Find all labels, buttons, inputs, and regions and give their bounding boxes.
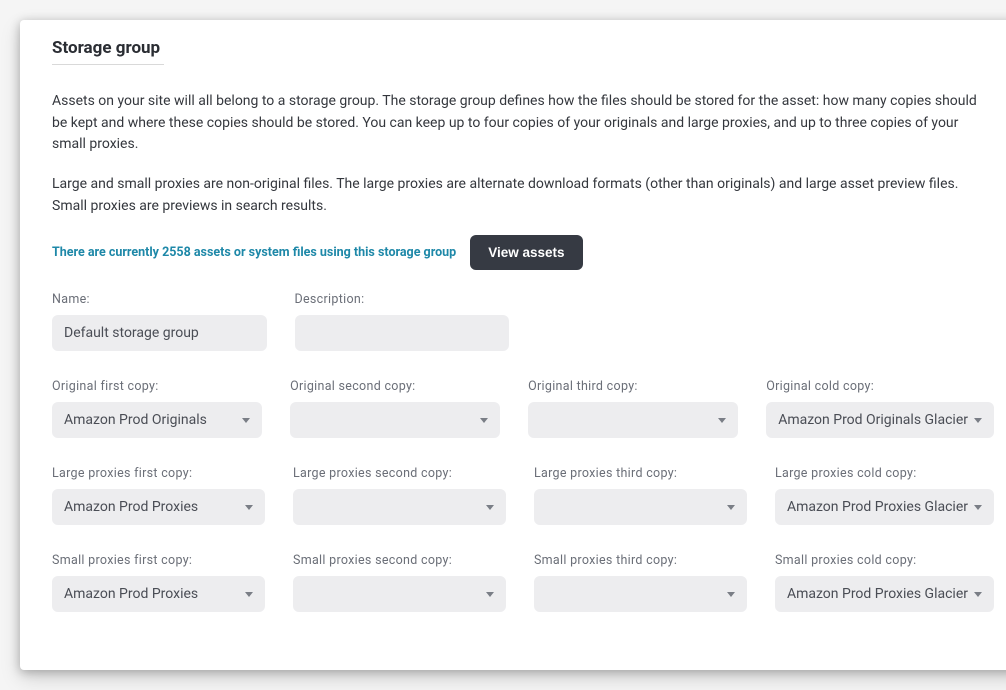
chevron-down-icon — [486, 505, 494, 510]
description-input[interactable] — [295, 315, 510, 351]
select-row: Small proxies first copy: Amazon Prod Pro… — [52, 553, 994, 612]
chevron-down-icon — [727, 505, 735, 510]
original-cold-copy-label: Original cold copy: — [766, 379, 994, 394]
small-third-copy-select[interactable] — [534, 576, 747, 612]
small-first-copy-label: Small proxies first copy: — [52, 553, 265, 568]
description-paragraph-1: Assets on your site will all belong to a… — [52, 91, 994, 156]
section-title: Storage group — [52, 38, 160, 58]
large-second-copy-select[interactable] — [293, 489, 506, 525]
name-label: Name: — [52, 292, 267, 307]
small-first-copy-field: Small proxies first copy: Amazon Prod Pro… — [52, 553, 265, 612]
small-third-copy-field: Small proxies third copy: — [534, 553, 747, 612]
large-first-copy-label: Large proxies first copy: — [52, 466, 265, 481]
name-desc-row: Name: Default storage group Description: — [52, 292, 994, 351]
original-second-copy-label: Original second copy: — [290, 379, 500, 394]
description-label: Description: — [295, 292, 510, 307]
chevron-down-icon — [486, 592, 494, 597]
small-first-copy-value: Amazon Prod Proxies — [64, 586, 198, 602]
name-input-value: Default storage group — [64, 325, 199, 341]
small-cold-copy-field: Small proxies cold copy: Amazon Prod Prox… — [775, 553, 994, 612]
original-third-copy-select[interactable] — [528, 402, 738, 438]
chevron-down-icon — [974, 592, 982, 597]
large-cold-copy-value: Amazon Prod Proxies Glacier — [787, 499, 968, 515]
original-first-copy-select[interactable]: Amazon Prod Originals — [52, 402, 262, 438]
original-third-copy-field: Original third copy: — [528, 379, 738, 438]
original-first-copy-label: Original first copy: — [52, 379, 262, 394]
large-cold-copy-select[interactable]: Amazon Prod Proxies Glacier — [775, 489, 994, 525]
select-row: Original first copy: Amazon Prod Original… — [52, 379, 994, 438]
asset-count-text: There are currently 2558 assets or syste… — [52, 245, 456, 260]
chevron-down-icon — [718, 418, 726, 423]
small-second-copy-field: Small proxies second copy: — [293, 553, 506, 612]
description-field: Description: — [295, 292, 510, 351]
view-assets-button[interactable]: View assets — [470, 235, 582, 270]
name-input[interactable]: Default storage group — [52, 315, 267, 351]
large-third-copy-label: Large proxies third copy: — [534, 466, 747, 481]
asset-count-row: There are currently 2558 assets or syste… — [52, 235, 994, 270]
original-cold-copy-select[interactable]: Amazon Prod Originals Glacier — [766, 402, 994, 438]
chevron-down-icon — [245, 505, 253, 510]
storage-select-rows: Original first copy: Amazon Prod Original… — [52, 379, 994, 612]
storage-group-panel: Storage group Assets on your site will a… — [20, 20, 1006, 670]
original-cold-copy-field: Original cold copy: Amazon Prod Originals… — [766, 379, 994, 438]
chevron-down-icon — [974, 505, 982, 510]
large-first-copy-field: Large proxies first copy: Amazon Prod Pro… — [52, 466, 265, 525]
original-second-copy-select[interactable] — [290, 402, 500, 438]
chevron-down-icon — [480, 418, 488, 423]
large-second-copy-label: Large proxies second copy: — [293, 466, 506, 481]
small-second-copy-select[interactable] — [293, 576, 506, 612]
large-first-copy-value: Amazon Prod Proxies — [64, 499, 198, 515]
title-underline — [52, 64, 164, 65]
select-row: Large proxies first copy: Amazon Prod Pro… — [52, 466, 994, 525]
original-second-copy-field: Original second copy: — [290, 379, 500, 438]
large-first-copy-select[interactable]: Amazon Prod Proxies — [52, 489, 265, 525]
original-cold-copy-value: Amazon Prod Originals Glacier — [778, 412, 968, 428]
small-third-copy-label: Small proxies third copy: — [534, 553, 747, 568]
large-cold-copy-field: Large proxies cold copy: Amazon Prod Prox… — [775, 466, 994, 525]
large-cold-copy-label: Large proxies cold copy: — [775, 466, 994, 481]
small-cold-copy-select[interactable]: Amazon Prod Proxies Glacier — [775, 576, 994, 612]
description-paragraph-2: Large and small proxies are non-original… — [52, 174, 994, 217]
small-cold-copy-label: Small proxies cold copy: — [775, 553, 994, 568]
small-cold-copy-value: Amazon Prod Proxies Glacier — [787, 586, 968, 602]
large-third-copy-select[interactable] — [534, 489, 747, 525]
large-second-copy-field: Large proxies second copy: — [293, 466, 506, 525]
name-field: Name: Default storage group — [52, 292, 267, 351]
original-first-copy-field: Original first copy: Amazon Prod Original… — [52, 379, 262, 438]
original-third-copy-label: Original third copy: — [528, 379, 738, 394]
chevron-down-icon — [727, 592, 735, 597]
chevron-down-icon — [242, 418, 250, 423]
large-third-copy-field: Large proxies third copy: — [534, 466, 747, 525]
small-first-copy-select[interactable]: Amazon Prod Proxies — [52, 576, 265, 612]
small-second-copy-label: Small proxies second copy: — [293, 553, 506, 568]
original-first-copy-value: Amazon Prod Originals — [64, 412, 207, 428]
chevron-down-icon — [245, 592, 253, 597]
chevron-down-icon — [974, 418, 982, 423]
